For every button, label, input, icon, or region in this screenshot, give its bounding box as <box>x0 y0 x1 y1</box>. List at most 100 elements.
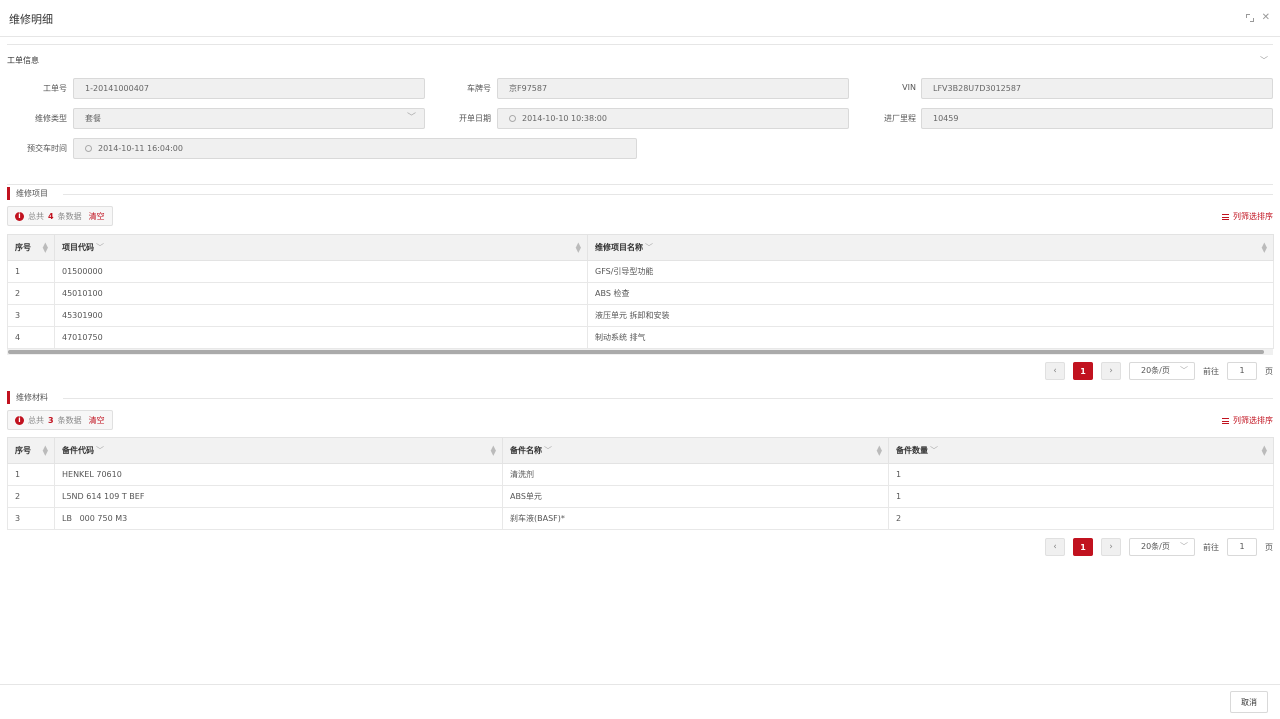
column-header-part-name[interactable]: 备件名称 ﹀ ▲ ▼ <box>502 437 889 464</box>
page-size-select[interactable]: 20条/页 ﹀ <box>1129 362 1195 380</box>
cell-part-name: ABS单元 <box>502 485 889 508</box>
order-no-label: 工单号 <box>43 84 67 93</box>
chevron-down-icon[interactable]: ﹀ <box>544 446 552 455</box>
column-header-item-name[interactable]: 维修项目名称 ﹀ ▲ ▼ <box>587 234 1274 261</box>
plate-no-field: 京F97587 <box>497 78 849 99</box>
sort-icon[interactable]: ▲ ▼ <box>43 242 48 254</box>
clear-button[interactable]: 清空 <box>89 415 105 426</box>
cell-item-name: 制动系统 排气 <box>587 326 1274 349</box>
sort-icon[interactable]: ▲ ▼ <box>576 242 581 254</box>
heading-rule <box>63 194 1273 195</box>
cell-index: 2 <box>7 282 55 305</box>
column-header-part-qty[interactable]: 备件数量 ﹀ ▲ ▼ <box>888 437 1274 464</box>
filter-list-icon <box>1222 213 1229 220</box>
table-row[interactable]: 3 LB 000 750 M3 刹车液(BASF)* 2 <box>7 507 1274 530</box>
info-icon: i <box>15 415 24 425</box>
cell-part-code: HENKEL 70610 <box>54 463 503 486</box>
repair-materials-heading: 维修材料 <box>7 391 1273 404</box>
sort-icon[interactable]: ▲ ▼ <box>43 445 48 457</box>
column-header-part-code[interactable]: 备件代码 ﹀ ▲ ▼ <box>54 437 503 464</box>
chevron-down-icon[interactable]: ﹀ <box>1260 55 1268 66</box>
fullscreen-icon[interactable] <box>1245 13 1254 22</box>
chevron-down-icon: ﹀ <box>406 113 416 123</box>
delivery-time-value: 2014-10-11 16:04:00 <box>98 144 183 153</box>
next-page-button[interactable]: › <box>1101 362 1121 380</box>
summary-prefix: 总共 <box>28 211 44 221</box>
goto-page-input[interactable]: 1 <box>1227 362 1257 380</box>
heading-accent-bar <box>7 391 10 404</box>
goto-prefix: 前往 <box>1203 542 1219 552</box>
repair-items-table: 序号 ▲ ▼ 项目代码 ﹀ ▲ ▼ 维修项目名称 ﹀ ▲ ▼ 1 01500000 GFS/引导型功… <box>7 234 1274 349</box>
close-icon[interactable]: ✕ <box>1262 12 1270 23</box>
repair-type-value: 套餐 <box>85 114 101 123</box>
repair-materials-table: 序号 ▲ ▼ 备件代码 ﹀ ▲ ▼ 备件名称 ﹀ ▲ ▼ 备件数量 ﹀ ▲ ▼ 1 HENKEL 706… <box>7 437 1274 530</box>
column-label: 备件代码 <box>62 446 94 455</box>
heading-accent-bar <box>7 187 10 200</box>
column-label: 项目代码 <box>62 243 94 252</box>
delivery-time-field: 2014-10-11 16:04:00 <box>73 138 637 159</box>
cell-item-code: 45010100 <box>54 282 588 305</box>
cell-part-name: 清洗剂 <box>502 463 889 486</box>
table-row[interactable]: 1 HENKEL 70610 清洗剂 1 <box>7 463 1274 486</box>
table-row[interactable]: 2 45010100 ABS 检查 <box>7 282 1274 305</box>
cancel-button[interactable]: 取消 <box>1230 691 1268 713</box>
page-size-value: 20条/页 <box>1141 542 1170 551</box>
repair-items-summary: i 总共 4 条数据 清空 <box>7 206 113 226</box>
repair-type-select[interactable]: 套餐 ﹀ <box>73 108 425 129</box>
column-header-item-code[interactable]: 项目代码 ﹀ ▲ ▼ <box>54 234 588 261</box>
sort-icon[interactable]: ▲ ▼ <box>1262 445 1267 457</box>
page-number-button[interactable]: 1 <box>1073 362 1093 380</box>
header-icons: ✕ <box>1245 12 1270 23</box>
table-row[interactable]: 4 47010750 制动系统 排气 <box>7 326 1274 349</box>
repair-materials-pagination: ‹ 1 › 20条/页 ﹀ 前往 1 页 <box>1045 538 1273 556</box>
repair-items-heading: 维修项目 <box>7 187 1273 200</box>
cell-item-name: GFS/引导型功能 <box>587 260 1274 283</box>
summary-count: 4 <box>48 211 54 221</box>
sort-icon[interactable]: ▲ ▼ <box>1262 242 1267 254</box>
dialog-header: 维修明细 ✕ <box>0 0 1280 37</box>
cell-index: 2 <box>7 485 55 508</box>
sort-icon[interactable]: ▲ ▼ <box>877 445 882 457</box>
heading-rule <box>63 398 1273 399</box>
column-label: 维修项目名称 <box>595 243 643 252</box>
vin-value: LFV3B28U7D3012587 <box>933 84 1022 93</box>
summary-prefix: 总共 <box>28 415 44 425</box>
chevron-down-icon[interactable]: ﹀ <box>645 243 653 252</box>
page-number-button[interactable]: 1 <box>1073 538 1093 556</box>
open-date-field: 2014-10-10 10:38:00 <box>497 108 849 129</box>
footer-divider <box>0 684 1280 685</box>
open-date-value: 2014-10-10 10:38:00 <box>522 114 607 123</box>
goto-prefix: 前往 <box>1203 366 1219 376</box>
cell-index: 3 <box>7 507 55 530</box>
prev-page-button[interactable]: ‹ <box>1045 538 1065 556</box>
repair-type-label: 维修类型 <box>35 114 67 123</box>
plate-no-label: 车牌号 <box>467 84 491 93</box>
sort-icon[interactable]: ▲ ▼ <box>491 445 496 457</box>
column-filter-label: 列筛选排序 <box>1233 212 1273 221</box>
column-label: 序号 <box>15 446 31 455</box>
column-header-index[interactable]: 序号 ▲ ▼ <box>7 234 55 261</box>
prev-page-button[interactable]: ‹ <box>1045 362 1065 380</box>
cell-part-code: LB 000 750 M3 <box>54 507 503 530</box>
filter-list-icon <box>1222 417 1229 424</box>
column-filter-button[interactable]: 列筛选排序 <box>1222 211 1273 222</box>
summary-suffix: 条数据 <box>57 211 82 221</box>
cell-item-code: 01500000 <box>54 260 588 283</box>
table-row[interactable]: 2 L5ND 614 109 T BEF ABS单元 1 <box>7 485 1274 508</box>
chevron-down-icon: ﹀ <box>1180 542 1188 551</box>
goto-page-input[interactable]: 1 <box>1227 538 1257 556</box>
page-size-select[interactable]: 20条/页 ﹀ <box>1129 538 1195 556</box>
table-row[interactable]: 1 01500000 GFS/引导型功能 <box>7 260 1274 283</box>
cell-index: 3 <box>7 304 55 327</box>
column-header-index[interactable]: 序号 ▲ ▼ <box>7 437 55 464</box>
table-row[interactable]: 3 45301900 液压单元 拆卸和安装 <box>7 304 1274 327</box>
next-page-button[interactable]: › <box>1101 538 1121 556</box>
repair-materials-title: 维修材料 <box>16 393 48 402</box>
clear-button[interactable]: 清空 <box>89 211 105 222</box>
horizontal-scrollbar-thumb[interactable] <box>8 350 1264 354</box>
summary-count: 3 <box>48 415 54 425</box>
chevron-down-icon[interactable]: ﹀ <box>96 446 104 455</box>
column-filter-button[interactable]: 列筛选排序 <box>1222 415 1273 426</box>
chevron-down-icon[interactable]: ﹀ <box>96 243 104 252</box>
chevron-down-icon[interactable]: ﹀ <box>930 446 938 455</box>
